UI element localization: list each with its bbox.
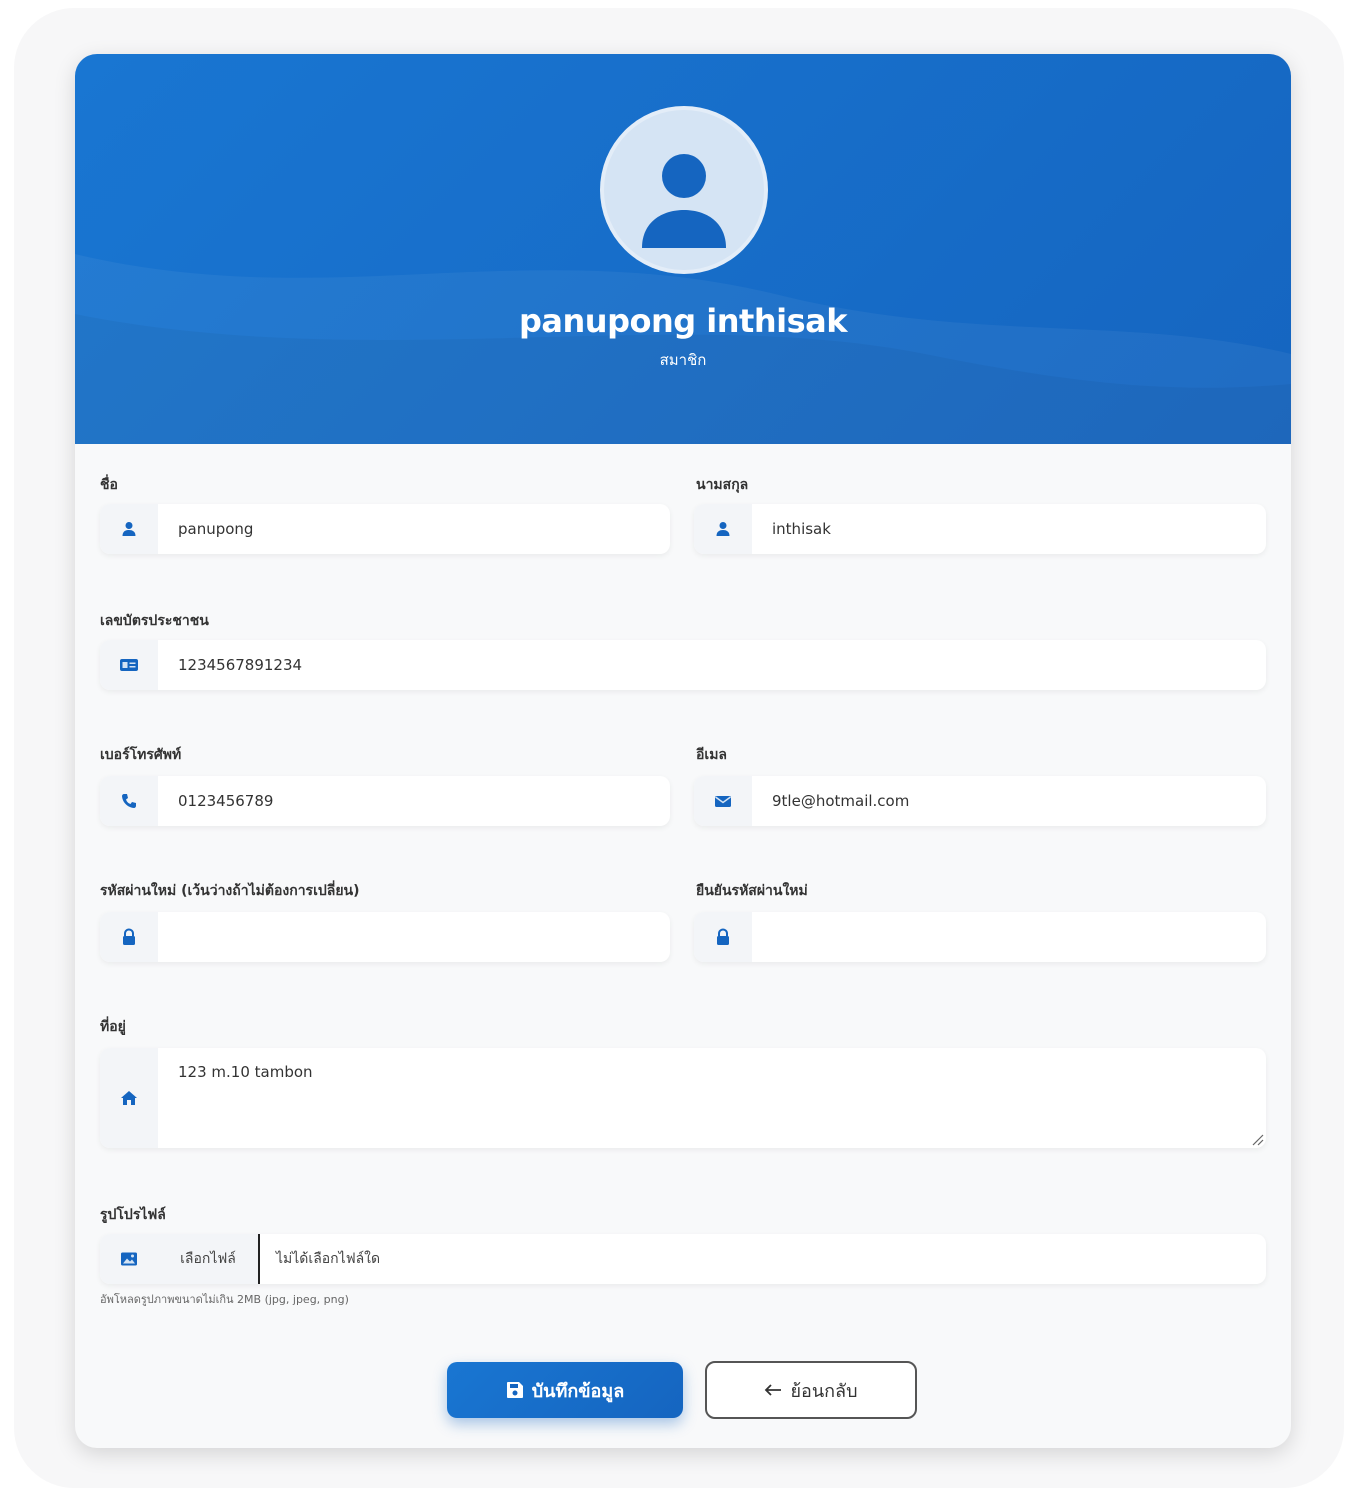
first-name-input[interactable]: panupong [178, 504, 253, 554]
profile-header: panupong inthisak สมาชิก [75, 54, 1291, 444]
email-icon-box [694, 776, 752, 826]
first-name-label: ชื่อ [100, 477, 118, 493]
save-button-label: บันทึกข้อมูล [531, 1380, 625, 1402]
first-name-field[interactable]: panupong [100, 504, 670, 554]
last-name-label: นามสกุล [696, 477, 749, 493]
email-input[interactable]: 9tle@hotmail.com [772, 776, 909, 826]
arrow-left-icon [765, 1384, 782, 1396]
back-button[interactable]: ย้อนกลับ [705, 1361, 917, 1419]
last-name-icon-box [694, 504, 752, 554]
address-field[interactable]: 123 m.10 tambon [100, 1048, 1266, 1148]
floppy-disk-icon [506, 1382, 523, 1398]
lock-icon [717, 928, 729, 945]
email-label: อีเมล [696, 747, 728, 763]
id-card-label: เลขบัตรประชาชน [100, 613, 209, 629]
upload-hint: อัพโหลดรูปภาพขนาดไม่เกิน 2MB (jpg, jpeg,… [100, 1293, 349, 1306]
last-name-field[interactable]: inthisak [694, 504, 1266, 554]
phone-input[interactable]: 0123456789 [178, 776, 273, 826]
phone-label: เบอร์โทรศัพท์ [100, 747, 182, 763]
id-card-icon-box [100, 640, 158, 690]
profile-name: panupong inthisak [519, 302, 848, 340]
home-icon [121, 1091, 137, 1105]
address-textarea[interactable]: 123 m.10 tambon [178, 1060, 313, 1084]
id-card-field[interactable]: 1234567891234 [100, 640, 1266, 690]
choose-file-button[interactable]: เลือกไฟล์ [158, 1234, 260, 1284]
first-name-icon-box [100, 504, 158, 554]
save-button[interactable]: บันทึกข้อมูล [447, 1362, 683, 1418]
profile-card: panupong inthisak สมาชิก ชื่อ panupong น… [75, 54, 1291, 1448]
user-avatar-icon [642, 154, 726, 248]
resize-handle-icon[interactable] [1250, 1132, 1264, 1146]
address-label: ที่อยู่ [100, 1019, 126, 1035]
id-card-input[interactable]: 1234567891234 [178, 640, 302, 690]
image-icon [121, 1252, 137, 1266]
phone-icon [122, 794, 136, 808]
profile-picture-icon-box [100, 1234, 158, 1284]
last-name-input[interactable]: inthisak [772, 504, 831, 554]
new-password-label: รหัสผ่านใหม่ (เว้นว่างถ้าไม่ต้องการเปลี่… [100, 883, 360, 899]
phone-icon-box [100, 776, 158, 826]
new-password-field[interactable] [100, 912, 670, 962]
phone-field[interactable]: 0123456789 [100, 776, 670, 826]
id-card-icon [120, 659, 138, 671]
user-icon [122, 522, 136, 536]
profile-picture-field[interactable]: เลือกไฟล์ ไม่ได้เลือกไฟล์ใด [100, 1234, 1266, 1284]
confirm-password-label: ยืนยันรหัสผ่านใหม่ [696, 883, 808, 899]
lock-icon [123, 928, 135, 945]
user-icon [716, 522, 730, 536]
back-button-label: ย้อนกลับ [790, 1380, 858, 1402]
email-field[interactable]: 9tle@hotmail.com [694, 776, 1266, 826]
no-file-text: ไม่ได้เลือกไฟล์ใด [276, 1251, 381, 1267]
confirm-password-field[interactable] [694, 912, 1266, 962]
address-icon-box [100, 1048, 158, 1148]
avatar[interactable] [600, 106, 768, 274]
confirm-password-icon-box [694, 912, 752, 962]
profile-role: สมาชิก [659, 351, 707, 369]
envelope-icon [715, 796, 731, 807]
profile-picture-label: รูปโปรไฟล์ [100, 1207, 166, 1223]
new-password-icon-box [100, 912, 158, 962]
